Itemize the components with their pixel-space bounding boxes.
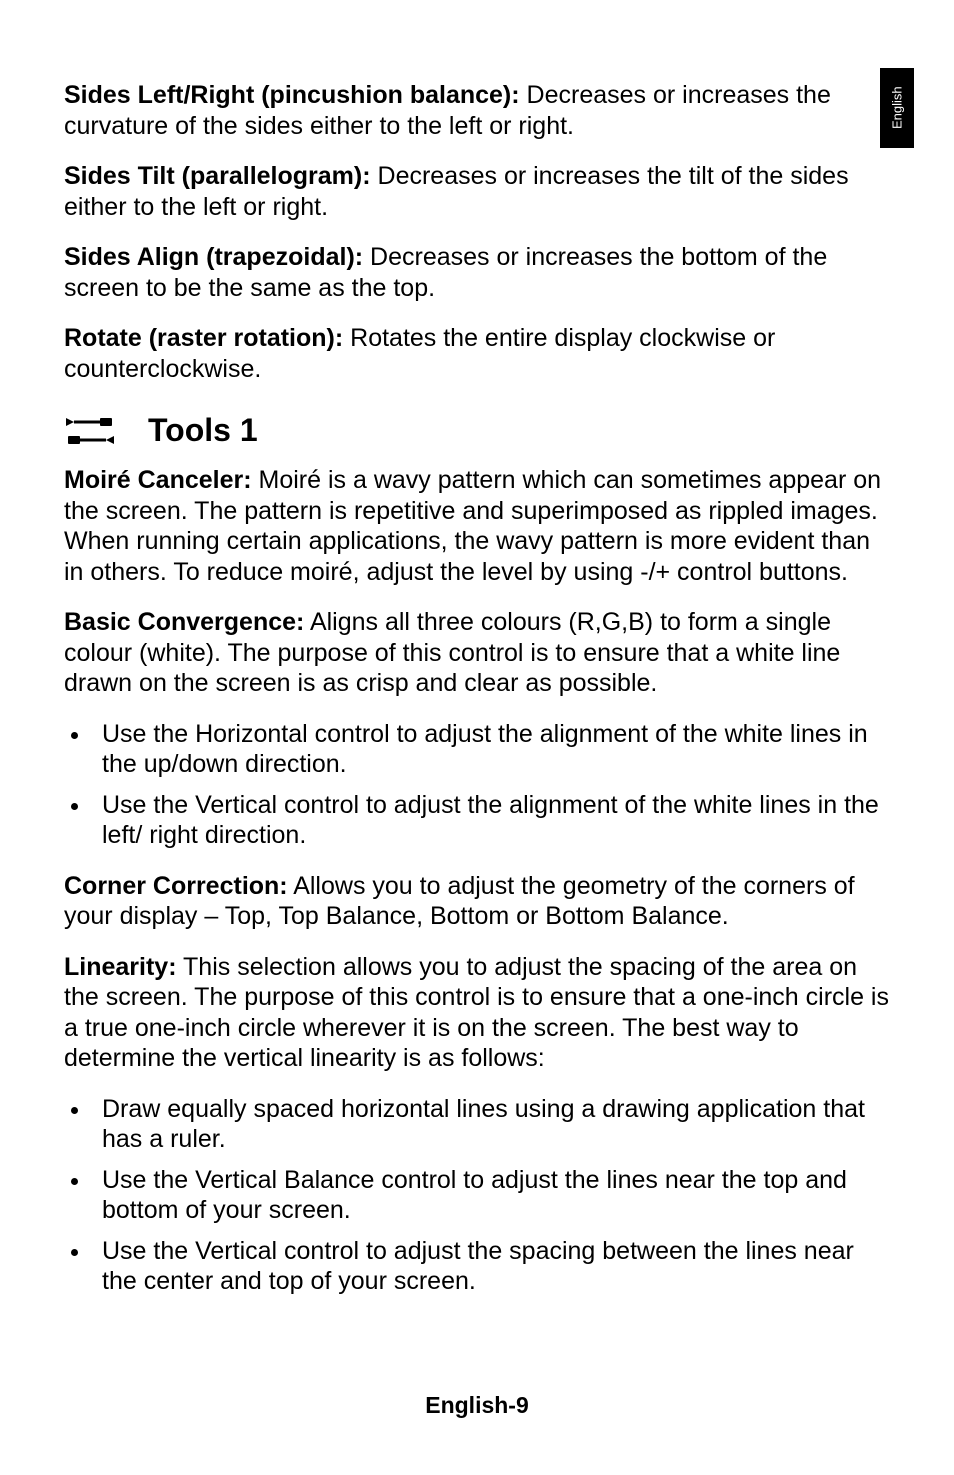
list-item: Use the Vertical Balance control to adju…	[92, 1165, 890, 1226]
para-moire: Moiré Canceler: Moiré is a wavy pattern …	[64, 465, 890, 587]
list-item: Use the Vertical control to adjust the a…	[92, 790, 890, 851]
label-moire: Moiré Canceler:	[64, 466, 252, 494]
para-convergence: Basic Convergence: Aligns all three colo…	[64, 607, 890, 699]
label-convergence: Basic Convergence:	[64, 608, 304, 636]
tools-icon	[64, 416, 116, 446]
para-sides-lr: Sides Left/Right (pincushion balance): D…	[64, 80, 890, 141]
page-content: Sides Left/Right (pincushion balance): D…	[0, 0, 954, 1377]
para-sides-align: Sides Align (trapezoidal): Decreases or …	[64, 242, 890, 303]
language-tab: English	[880, 68, 914, 148]
label-sides-align: Sides Align (trapezoidal):	[64, 243, 363, 271]
list-item: Use the Horizontal control to adjust the…	[92, 719, 890, 780]
para-sides-tilt: Sides Tilt (parallelogram): Decreases or…	[64, 161, 890, 222]
para-rotate: Rotate (raster rotation): Rotates the en…	[64, 323, 890, 384]
list-item: Use the Vertical control to adjust the s…	[92, 1236, 890, 1297]
label-corner: Corner Correction:	[64, 872, 288, 900]
label-linearity: Linearity:	[64, 953, 177, 981]
section-header-tools: Tools 1	[64, 412, 890, 449]
para-linearity: Linearity: This selection allows you to …	[64, 952, 890, 1074]
section-title: Tools 1	[148, 412, 258, 449]
label-sides-tilt: Sides Tilt (parallelogram):	[64, 162, 371, 190]
list-item: Draw equally spaced horizontal lines usi…	[92, 1094, 890, 1155]
linearity-bullets: Draw equally spaced horizontal lines usi…	[64, 1094, 890, 1297]
text-linearity: This selection allows you to adjust the …	[64, 953, 889, 1073]
page-number: English-9	[0, 1392, 954, 1419]
label-sides-lr: Sides Left/Right (pincushion balance):	[64, 81, 520, 109]
para-corner: Corner Correction: Allows you to adjust …	[64, 871, 890, 932]
convergence-bullets: Use the Horizontal control to adjust the…	[64, 719, 890, 851]
label-rotate: Rotate (raster rotation):	[64, 324, 343, 352]
